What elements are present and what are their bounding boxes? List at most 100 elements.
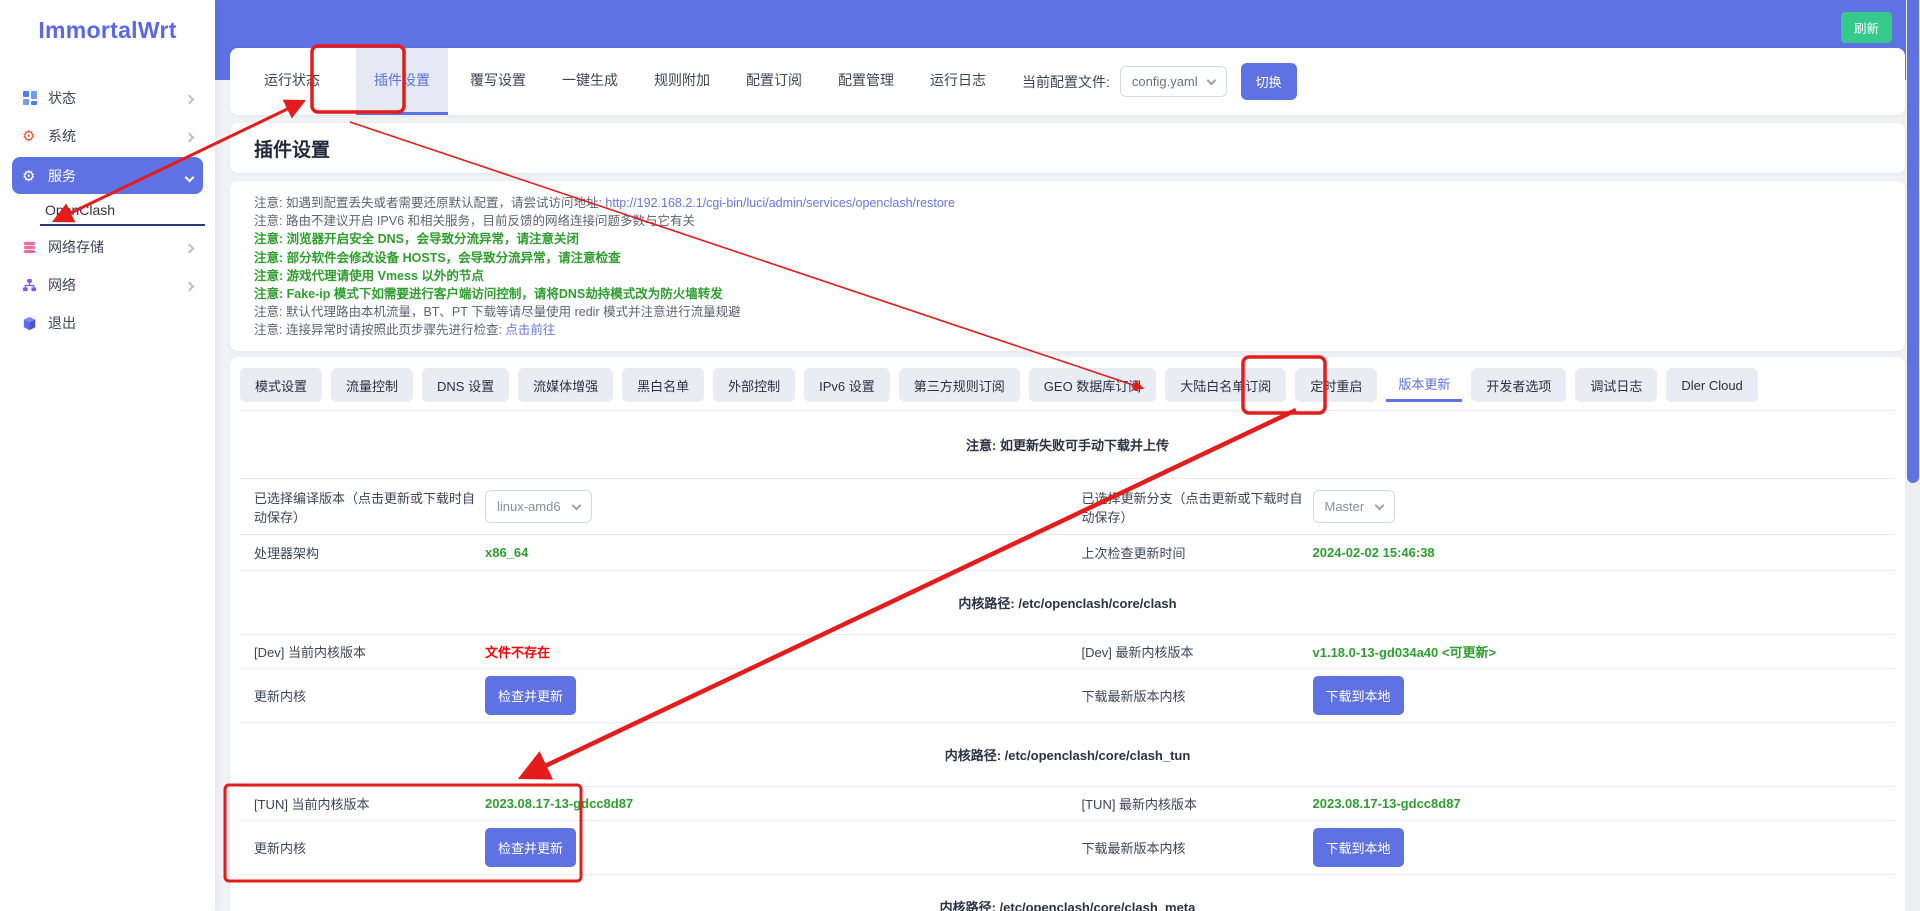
tab-running-log[interactable]: 运行日志 xyxy=(930,48,986,115)
chevron-right-icon xyxy=(186,277,193,293)
chevron-right-icon xyxy=(186,128,193,144)
sidebar-item-logout[interactable]: 退出 xyxy=(12,306,203,340)
tab-overwrite-settings[interactable]: 覆写设置 xyxy=(470,48,526,115)
table-row-select: 已选择编译版本（点击更新或下载时自动保存） linux-amd6 已选择更新分支… xyxy=(240,479,1895,535)
note-line: 注意: 游戏代理请使用 Vmess 以外的节点 xyxy=(254,267,1881,285)
compile-version-value: linux-amd6 xyxy=(497,499,561,514)
refresh-button[interactable]: 刷新 xyxy=(1841,12,1892,43)
tun-latest-version-value: 2023.08.17-13-gdcc8d87 xyxy=(1313,796,1896,811)
switch-config-button[interactable]: 切换 xyxy=(1241,63,1297,100)
chevron-down-icon xyxy=(186,168,193,184)
sidebar-item-label: 网络存储 xyxy=(48,237,104,257)
note-text: 注意: 连接异常时请按照此页步骤先进行检查: xyxy=(254,323,505,337)
subtab-third-party-rules[interactable]: 第三方规则订阅 xyxy=(899,368,1020,402)
chevron-down-icon xyxy=(1375,500,1385,510)
openclash-active-underline xyxy=(40,224,205,226)
dev-check-update-button[interactable]: 检查并更新 xyxy=(485,676,576,715)
sidebar-item-storage[interactable]: 网络存储 xyxy=(12,230,203,264)
table-row-dev-update: 更新内核 检查并更新 下载最新版本内核 下载到本地 xyxy=(240,669,1895,723)
table-row-tun-update: 更新内核 检查并更新 下载最新版本内核 下载到本地 xyxy=(240,821,1895,875)
settings-card: 模式设置 流量控制 DNS 设置 流媒体增强 黑白名单 外部控制 IPv6 设置… xyxy=(230,357,1905,911)
note-line: 注意: 路由不建议开启 IPV6 和相关服务，目前反馈的网络连接问题多数与它有关 xyxy=(254,212,1881,230)
download-core-label: 下载最新版本内核 xyxy=(1068,686,1313,705)
subtab-streaming-enhance[interactable]: 流媒体增强 xyxy=(518,368,613,402)
note-line: 注意: Fake-ip 模式下如需要进行客户端访问控制，请将DNS劫持模式改为防… xyxy=(254,285,1881,303)
chevron-right-icon xyxy=(186,90,193,106)
config-file-value: config.yaml xyxy=(1132,74,1198,89)
tun-download-local-button[interactable]: 下载到本地 xyxy=(1313,828,1404,867)
subtab-scheduled-restart[interactable]: 定时重启 xyxy=(1295,368,1377,402)
tab-one-key-generate[interactable]: 一键生成 xyxy=(562,48,618,115)
restore-url-link[interactable]: http://192.168.2.1/cgi-bin/luci/admin/se… xyxy=(605,196,955,210)
notes-card: 注意: 如遇到配置丢失或者需要还原默认配置，请尝试访问地址: http://19… xyxy=(230,181,1905,351)
config-file-select[interactable]: config.yaml xyxy=(1120,66,1227,97)
subtab-dler-cloud[interactable]: Dler Cloud xyxy=(1666,368,1757,402)
sidebar-item-label: 网络 xyxy=(48,275,76,295)
compile-version-label: 已选择编译版本（点击更新或下载时自动保存） xyxy=(240,488,485,526)
gear-icon: ⚙ xyxy=(22,127,48,145)
subtab-external-control[interactable]: 外部控制 xyxy=(713,368,795,402)
update-branch-value: Master xyxy=(1325,499,1365,514)
core-path-clash: 内核路径: /etc/openclash/core/clash xyxy=(240,571,1895,635)
tun-current-version-value: 2023.08.17-13-gdcc8d87 xyxy=(485,796,1068,811)
update-branch-select[interactable]: Master xyxy=(1313,490,1396,523)
chevron-down-icon xyxy=(1206,75,1216,85)
table-row-dev-version: [Dev] 当前内核版本 文件不存在 [Dev] 最新内核版本 v1.18.0-… xyxy=(240,635,1895,669)
dev-latest-version-label: [Dev] 最新内核版本 xyxy=(1068,642,1313,661)
note-text: 注意: 如遇到配置丢失或者需要还原默认配置，请尝试访问地址: xyxy=(254,196,605,210)
page-title-card: 插件设置 xyxy=(230,123,1905,173)
update-notice: 注意: 如更新失败可手动下载并上传 xyxy=(240,411,1895,479)
subtab-ipv6-settings[interactable]: IPv6 设置 xyxy=(804,368,890,402)
sidebar-item-services[interactable]: ⚙ 服务 xyxy=(12,157,203,194)
sidebar-subitem-openclash[interactable]: OpenClash xyxy=(45,202,205,218)
current-config-label: 当前配置文件: xyxy=(1022,72,1110,92)
chevron-right-icon xyxy=(186,239,193,255)
dev-current-version-value: 文件不存在 xyxy=(485,642,1068,661)
table-row-tun-version: [TUN] 当前内核版本 2023.08.17-13-gdcc8d87 [TUN… xyxy=(240,787,1895,821)
sidebar-item-label: 系统 xyxy=(48,126,76,146)
subtab-dns-settings[interactable]: DNS 设置 xyxy=(422,368,509,402)
sidebar-item-label: 服务 xyxy=(48,166,76,186)
subtab-traffic-control[interactable]: 流量控制 xyxy=(331,368,413,402)
dev-download-local-button[interactable]: 下载到本地 xyxy=(1313,676,1404,715)
sidebar: ImmortalWrt 状态 ⚙ 系统 ⚙ 服务 OpenClash 网络存储 xyxy=(0,0,215,911)
subtab-cn-whitelist[interactable]: 大陆白名单订阅 xyxy=(1165,368,1286,402)
grid-icon xyxy=(22,90,48,106)
subtab-developer-options[interactable]: 开发者选项 xyxy=(1471,368,1566,402)
go-check-link[interactable]: 点击前往 xyxy=(505,323,555,337)
subtab-debug-log[interactable]: 调试日志 xyxy=(1575,368,1657,402)
note-line: 注意: 浏览器开启安全 DNS，会导致分流异常，请注意关闭 xyxy=(254,230,1881,248)
table-row-arch: 处理器架构 x86_64 上次检查更新时间 2024-02-02 15:46:3… xyxy=(240,535,1895,571)
tab-rule-append[interactable]: 规则附加 xyxy=(654,48,710,115)
core-path-clash-tun: 内核路径: /etc/openclash/core/clash_tun xyxy=(240,723,1895,787)
last-check-value: 2024-02-02 15:46:38 xyxy=(1313,545,1896,560)
cpu-arch-label: 处理器架构 xyxy=(240,543,485,562)
cube-icon xyxy=(22,316,48,331)
tun-check-update-button[interactable]: 检查并更新 xyxy=(485,828,576,867)
scrollbar-thumb[interactable] xyxy=(1907,0,1919,483)
sitemap-icon xyxy=(22,278,48,293)
sidebar-item-status[interactable]: 状态 xyxy=(12,81,203,115)
sidebar-item-system[interactable]: ⚙ 系统 xyxy=(12,119,203,153)
subtab-mode-settings[interactable]: 模式设置 xyxy=(240,368,322,402)
note-line: 注意: 如遇到配置丢失或者需要还原默认配置，请尝试访问地址: http://19… xyxy=(254,194,1881,212)
sidebar-item-label: 退出 xyxy=(48,313,76,333)
tab-plugin-settings[interactable]: 插件设置 xyxy=(356,48,448,115)
last-check-label: 上次检查更新时间 xyxy=(1068,543,1313,562)
tab-running-status[interactable]: 运行状态 xyxy=(264,48,320,115)
subtab-bar: 模式设置 流量控制 DNS 设置 流媒体增强 黑白名单 外部控制 IPv6 设置… xyxy=(230,357,1905,410)
compile-version-select[interactable]: linux-amd6 xyxy=(485,490,592,523)
dev-latest-version-value: v1.18.0-13-gd034a40 <可更新> xyxy=(1313,642,1896,661)
note-line: 注意: 默认代理路由本机流量，BT、PT 下载等请尽量使用 redir 模式并注… xyxy=(254,303,1881,321)
sidebar-item-network[interactable]: 网络 xyxy=(12,268,203,302)
sidebar-item-label: 状态 xyxy=(48,88,76,108)
subtab-version-update[interactable]: 版本更新 xyxy=(1386,368,1462,402)
tab-config-subscribe[interactable]: 配置订阅 xyxy=(746,48,802,115)
page-title: 插件设置 xyxy=(254,135,330,162)
note-line: 注意: 部分软件会修改设备 HOSTS，会导致分流异常，请注意检查 xyxy=(254,249,1881,267)
subtab-geo-database[interactable]: GEO 数据库订阅 xyxy=(1029,368,1157,402)
subtab-black-white-list[interactable]: 黑白名单 xyxy=(622,368,704,402)
scrollbar-track[interactable] xyxy=(1906,0,1920,911)
update-core-label: 更新内核 xyxy=(240,838,485,857)
tab-config-manage[interactable]: 配置管理 xyxy=(838,48,894,115)
